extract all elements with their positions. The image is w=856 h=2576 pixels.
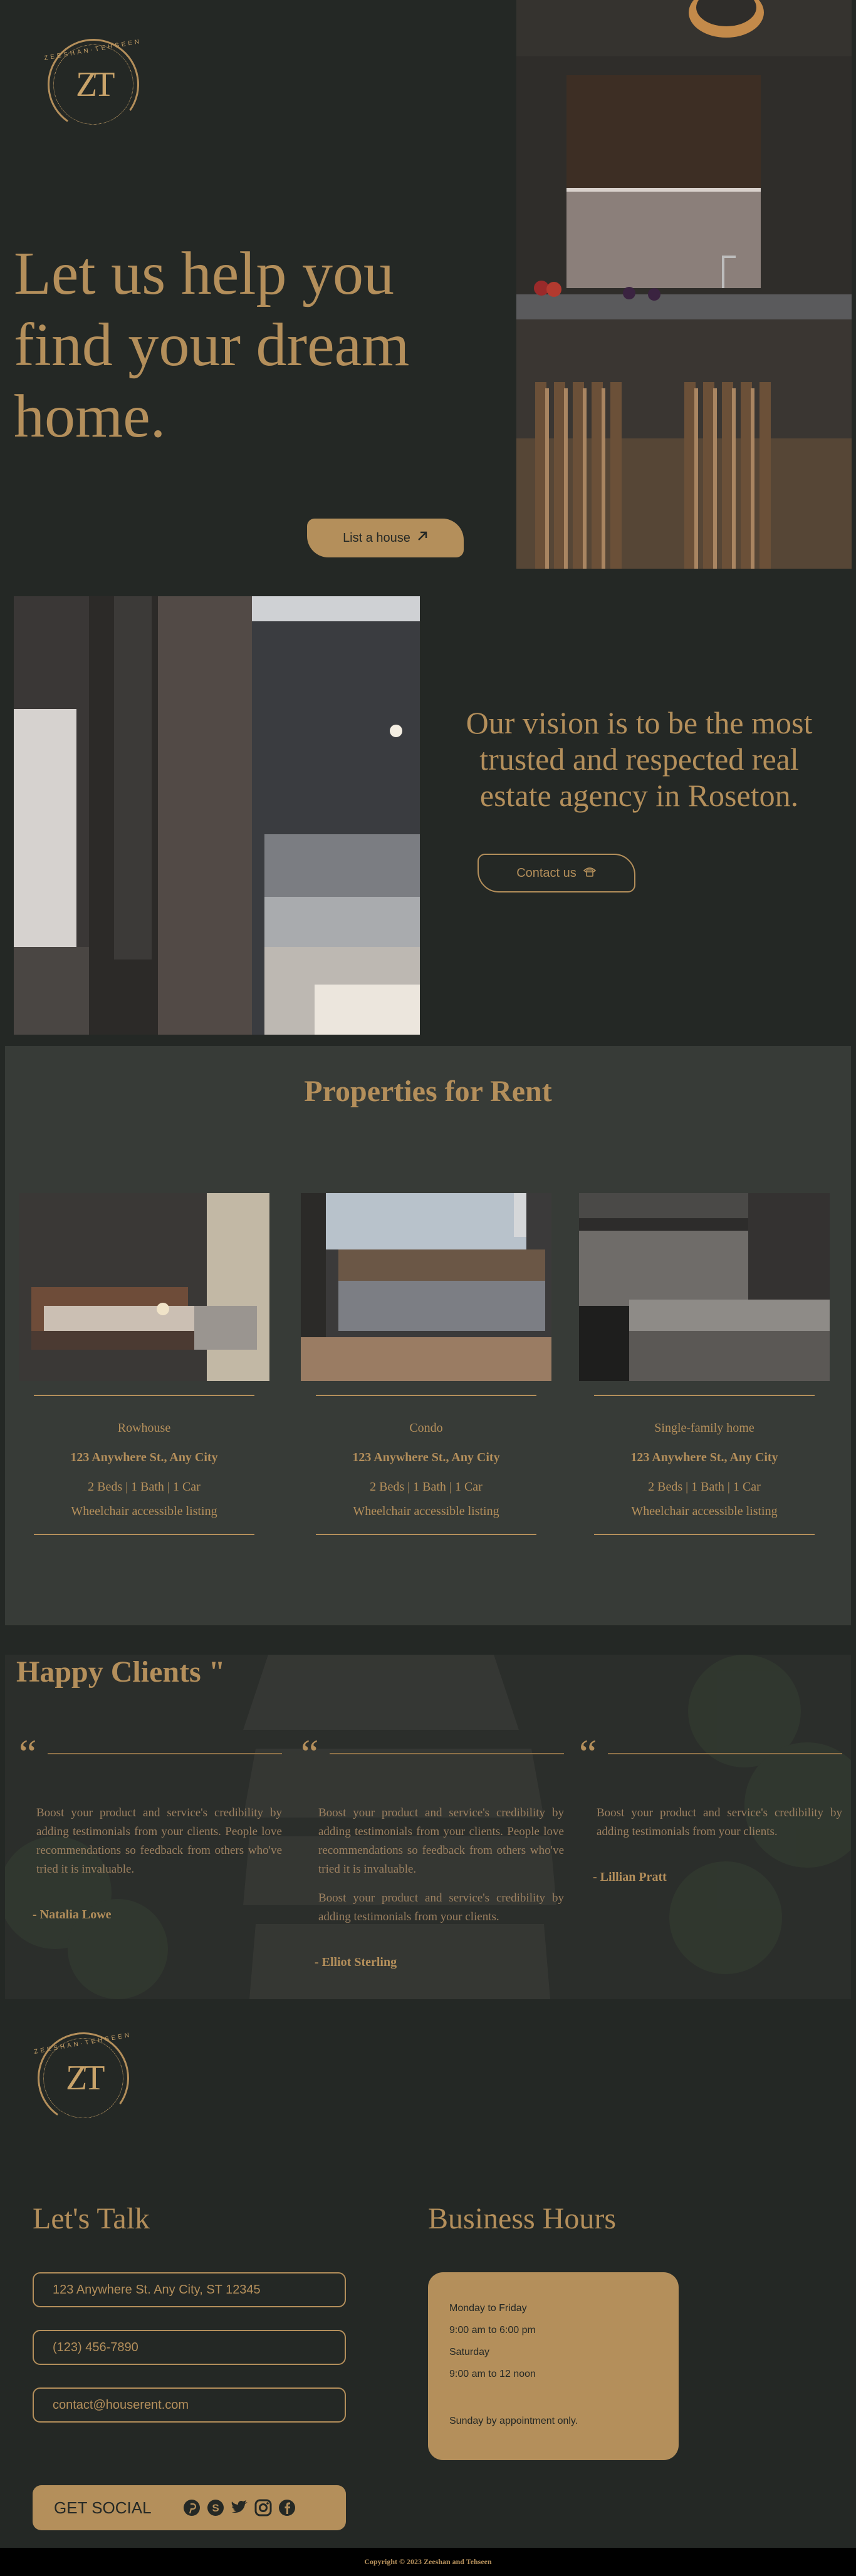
testimonial-paragraph: Boost your product and service's credibi… bbox=[597, 1806, 842, 1838]
arrow-up-right-icon bbox=[417, 530, 428, 546]
hero-section: ZEESHAN·TEHSEEN ZT Let us help you find … bbox=[0, 0, 856, 586]
divider bbox=[330, 1753, 564, 1754]
property-card-condo[interactable]: Condo 123 Anywhere St., Any City 2 Beds … bbox=[301, 1193, 551, 1535]
twitter-icon[interactable] bbox=[229, 2498, 249, 2518]
testimonial-card: “ Boost your product and service's credi… bbox=[579, 1731, 842, 1885]
facebook-icon[interactable] bbox=[277, 2498, 297, 2518]
testimonial-text: Boost your product and service's credibi… bbox=[579, 1804, 842, 1841]
testimonial-author: - Lillian Pratt bbox=[593, 1870, 667, 1884]
business-hours-card: Monday to Friday 9:00 am to 6:00 pm Satu… bbox=[428, 2272, 679, 2460]
hours-note: Sunday by appointment only. bbox=[449, 2416, 578, 2426]
divider bbox=[34, 1395, 254, 1396]
testimonial-card: “ Boost your product and service's credi… bbox=[301, 1731, 564, 1970]
properties-title: Properties for Rent bbox=[304, 1075, 552, 1108]
testimonial-paragraph: Boost your product and service's credibi… bbox=[318, 1891, 564, 1923]
copyright-text: Copyright © 2023 Zeeshan and Tehseen bbox=[364, 2557, 492, 2566]
copyright-bar: Copyright © 2023 Zeeshan and Tehseen bbox=[0, 2548, 856, 2576]
phone-icon bbox=[583, 866, 597, 881]
hero-title: Let us help you find your dream home. bbox=[14, 240, 410, 450]
business-hours-title: Business Hours bbox=[428, 2202, 617, 2235]
contact-us-button[interactable]: Contact us bbox=[478, 854, 635, 892]
property-photo bbox=[579, 1193, 830, 1381]
property-address: 123 Anywhere St., Any City bbox=[352, 1451, 500, 1464]
testimonial-paragraph: Boost your product and service's credibi… bbox=[36, 1806, 282, 1876]
property-photo bbox=[301, 1193, 551, 1381]
list-house-label: List a house bbox=[343, 530, 410, 545]
property-type: Rowhouse bbox=[117, 1421, 171, 1435]
phone-field[interactable]: (123) 456-7890 bbox=[33, 2330, 346, 2365]
hero-kitchen-photo bbox=[516, 0, 852, 569]
brand-logo[interactable]: ZEESHAN·TEHSEEN ZT bbox=[40, 31, 147, 138]
property-note: Wheelchair accessible listing bbox=[353, 1504, 499, 1518]
property-note: Wheelchair accessible listing bbox=[631, 1504, 778, 1518]
testimonial-author: - Natalia Lowe bbox=[33, 1908, 112, 1922]
pinterest-icon[interactable] bbox=[182, 2498, 202, 2518]
property-type: Condo bbox=[409, 1421, 443, 1435]
property-card-single-family[interactable]: Single-family home 123 Anywhere St., Any… bbox=[579, 1193, 830, 1535]
property-specs: 2 Beds | 1 Bath | 1 Car bbox=[88, 1480, 201, 1494]
testimonial-text: Boost your product and service's credibi… bbox=[301, 1804, 564, 1927]
social-bar: GET SOCIAL S bbox=[33, 2485, 346, 2530]
logo-monogram: ZT bbox=[65, 2059, 102, 2098]
property-address: 123 Anywhere St., Any City bbox=[70, 1451, 218, 1464]
divider bbox=[316, 1534, 536, 1535]
divider bbox=[316, 1395, 536, 1396]
testimonial-author: - Elliot Sterling bbox=[315, 1955, 397, 1969]
divider bbox=[594, 1395, 815, 1396]
divider bbox=[48, 1753, 282, 1754]
list-house-button[interactable]: List a house bbox=[307, 519, 464, 557]
address-field[interactable]: 123 Anywhere St. Any City, ST 12345 bbox=[33, 2272, 346, 2307]
social-label: GET SOCIAL bbox=[54, 2498, 152, 2517]
divider bbox=[34, 1534, 254, 1535]
quote-icon: “ bbox=[579, 1731, 597, 1776]
skype-icon[interactable]: S bbox=[206, 2498, 226, 2518]
contact-us-label: Contact us bbox=[516, 866, 577, 880]
hours-line: 9:00 am to 12 noon bbox=[449, 2369, 536, 2379]
property-type: Single-family home bbox=[654, 1421, 754, 1435]
property-note: Wheelchair accessible listing bbox=[71, 1504, 217, 1518]
property-photo bbox=[19, 1193, 269, 1381]
vision-statement: Our vision is to be the most trusted and… bbox=[466, 705, 813, 813]
testimonial-text: Boost your product and service's credibi… bbox=[19, 1804, 282, 1879]
divider bbox=[594, 1534, 815, 1535]
property-address: 123 Anywhere St., Any City bbox=[630, 1451, 778, 1464]
hours-line: 9:00 am to 6:00 pm bbox=[449, 2325, 536, 2335]
property-specs: 2 Beds | 1 Bath | 1 Car bbox=[648, 1480, 761, 1494]
lets-talk-title: Let's Talk bbox=[33, 2202, 150, 2235]
quote-icon: “ bbox=[19, 1731, 37, 1776]
email-field[interactable]: contact@houserent.com bbox=[33, 2387, 346, 2423]
testimonial-card: “ Boost your product and service's credi… bbox=[19, 1731, 282, 1922]
testimonial-paragraph: Boost your product and service's credibi… bbox=[318, 1806, 564, 1876]
vision-interior-photo bbox=[14, 596, 420, 1035]
clients-title: Happy Clients " bbox=[16, 1655, 226, 1689]
footer-logo[interactable]: ZEESHAN·TEHSEEN ZT bbox=[30, 2025, 137, 2131]
property-card-rowhouse[interactable]: Rowhouse 123 Anywhere St., Any City 2 Be… bbox=[19, 1193, 269, 1535]
logo-monogram: ZT bbox=[75, 65, 112, 105]
instagram-icon[interactable] bbox=[253, 2498, 273, 2518]
hours-line: Monday to Friday bbox=[449, 2303, 527, 2314]
property-specs: 2 Beds | 1 Bath | 1 Car bbox=[370, 1480, 483, 1494]
hours-line: Saturday bbox=[449, 2347, 490, 2357]
divider bbox=[608, 1753, 842, 1754]
svg-text:S: S bbox=[212, 2502, 219, 2514]
quote-icon: “ bbox=[301, 1731, 319, 1776]
